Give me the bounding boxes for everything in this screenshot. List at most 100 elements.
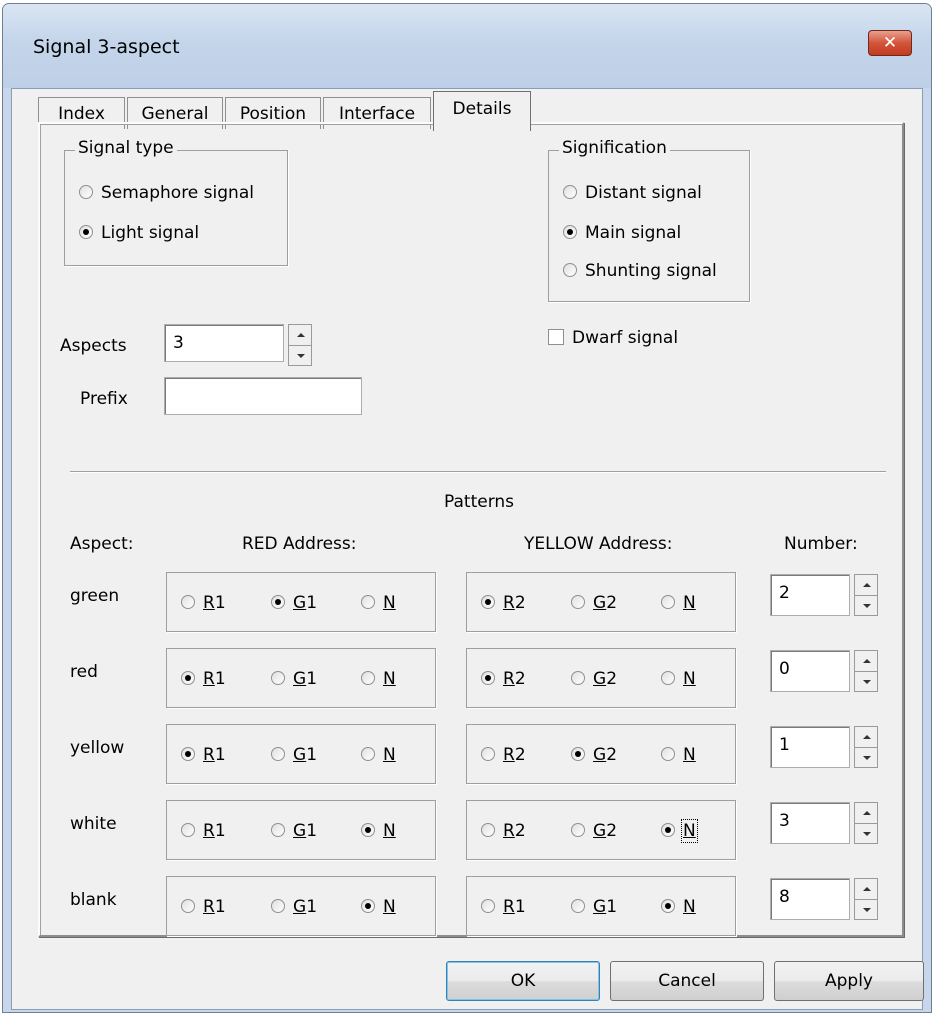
yellow-address-option[interactable]: R2 [481, 593, 526, 613]
red-address-option[interactable]: N [361, 821, 396, 841]
dwarf-signal-checkbox[interactable] [548, 329, 564, 345]
pattern-number-spinner[interactable] [854, 574, 878, 616]
aspects-spinner[interactable] [288, 324, 312, 366]
radio-button[interactable] [181, 671, 195, 685]
radio-button[interactable] [571, 823, 585, 837]
radio-button[interactable] [79, 225, 93, 239]
red-address-option[interactable]: R1 [181, 669, 226, 689]
spin-down-icon[interactable] [855, 900, 877, 920]
pattern-number-input[interactable]: 0 [770, 650, 850, 692]
spin-up-icon[interactable] [855, 575, 877, 596]
yellow-address-option[interactable]: R2 [481, 669, 526, 689]
radio-button[interactable] [481, 899, 495, 913]
pattern-number-input[interactable]: 3 [770, 802, 850, 844]
red-address-option[interactable]: N [361, 669, 396, 689]
light-signal-option[interactable]: Light signal [79, 223, 199, 243]
radio-button[interactable] [661, 899, 675, 913]
yellow-address-option[interactable]: N [661, 897, 696, 917]
red-address-option[interactable]: R1 [181, 821, 226, 841]
radio-button[interactable] [181, 595, 195, 609]
spin-down-icon[interactable] [855, 596, 877, 616]
semaphore-signal-option[interactable]: Semaphore signal [79, 183, 254, 203]
dwarf-signal-option[interactable]: Dwarf signal [548, 328, 678, 348]
radio-button[interactable] [571, 747, 585, 761]
pattern-number-spinner[interactable] [854, 878, 878, 920]
radio-button[interactable] [181, 747, 195, 761]
pattern-number-input[interactable]: 2 [770, 574, 850, 616]
spin-down-icon[interactable] [855, 748, 877, 768]
pattern-number-input[interactable]: 8 [770, 878, 850, 920]
radio-button[interactable] [361, 899, 375, 913]
radio-button[interactable] [271, 823, 285, 837]
red-address-option[interactable]: N [361, 593, 396, 613]
prefix-input[interactable] [164, 377, 362, 415]
yellow-address-option[interactable]: R2 [481, 821, 526, 841]
apply-button[interactable]: Apply [774, 961, 924, 1001]
close-button[interactable]: ✕ [868, 30, 912, 56]
radio-button[interactable] [271, 899, 285, 913]
radio-button[interactable] [661, 595, 675, 609]
radio-button[interactable] [563, 185, 577, 199]
yellow-address-option[interactable]: G2 [571, 593, 617, 613]
yellow-address-option[interactable]: N [661, 669, 696, 689]
radio-button[interactable] [571, 671, 585, 685]
yellow-address-option[interactable]: G2 [571, 821, 617, 841]
spin-up-icon[interactable] [855, 651, 877, 672]
red-address-option[interactable]: R1 [181, 897, 226, 917]
radio-button[interactable] [571, 595, 585, 609]
cancel-button[interactable]: Cancel [610, 961, 764, 1001]
radio-button[interactable] [571, 899, 585, 913]
radio-button[interactable] [361, 823, 375, 837]
red-address-option[interactable]: N [361, 897, 396, 917]
radio-button[interactable] [563, 225, 577, 239]
radio-button[interactable] [481, 747, 495, 761]
radio-button[interactable] [181, 899, 195, 913]
yellow-address-option[interactable]: R1 [481, 897, 526, 917]
pattern-number-spinner[interactable] [854, 726, 878, 768]
radio-button[interactable] [563, 263, 577, 277]
distant-signal-option[interactable]: Distant signal [563, 183, 702, 203]
aspects-input[interactable]: 3 [164, 324, 284, 362]
main-signal-option[interactable]: Main signal [563, 223, 681, 243]
spin-down-icon[interactable] [855, 824, 877, 844]
pattern-number-spinner[interactable] [854, 802, 878, 844]
red-address-option[interactable]: G1 [271, 593, 317, 613]
radio-button[interactable] [481, 823, 495, 837]
spin-up-icon[interactable] [855, 727, 877, 748]
red-address-option[interactable]: R1 [181, 593, 226, 613]
yellow-address-option[interactable]: G2 [571, 745, 617, 765]
spin-up-icon[interactable] [289, 325, 311, 346]
red-address-option[interactable]: G1 [271, 897, 317, 917]
radio-button[interactable] [181, 823, 195, 837]
yellow-address-option[interactable]: G1 [571, 897, 617, 917]
yellow-address-option[interactable]: N [661, 819, 698, 843]
shunting-signal-option[interactable]: Shunting signal [563, 261, 717, 281]
tab-details[interactable]: Details [433, 91, 531, 131]
yellow-address-option[interactable]: R2 [481, 745, 526, 765]
pattern-number-spinner[interactable] [854, 650, 878, 692]
radio-button[interactable] [361, 747, 375, 761]
spin-down-icon[interactable] [289, 346, 311, 366]
red-address-option[interactable]: N [361, 745, 396, 765]
yellow-address-option[interactable]: N [661, 593, 696, 613]
yellow-address-option[interactable]: G2 [571, 669, 617, 689]
spin-down-icon[interactable] [855, 672, 877, 692]
radio-button[interactable] [661, 823, 675, 837]
spin-up-icon[interactable] [855, 803, 877, 824]
radio-button[interactable] [361, 595, 375, 609]
radio-button[interactable] [661, 747, 675, 761]
yellow-address-option[interactable]: N [661, 745, 696, 765]
red-address-option[interactable]: G1 [271, 745, 317, 765]
radio-button[interactable] [79, 185, 93, 199]
spin-up-icon[interactable] [855, 879, 877, 900]
red-address-option[interactable]: G1 [271, 821, 317, 841]
pattern-number-input[interactable]: 1 [770, 726, 850, 768]
ok-button[interactable]: OK [446, 961, 600, 1001]
radio-button[interactable] [271, 747, 285, 761]
radio-button[interactable] [361, 671, 375, 685]
radio-button[interactable] [481, 671, 495, 685]
red-address-option[interactable]: R1 [181, 745, 226, 765]
radio-button[interactable] [661, 671, 675, 685]
radio-button[interactable] [271, 671, 285, 685]
radio-button[interactable] [271, 595, 285, 609]
